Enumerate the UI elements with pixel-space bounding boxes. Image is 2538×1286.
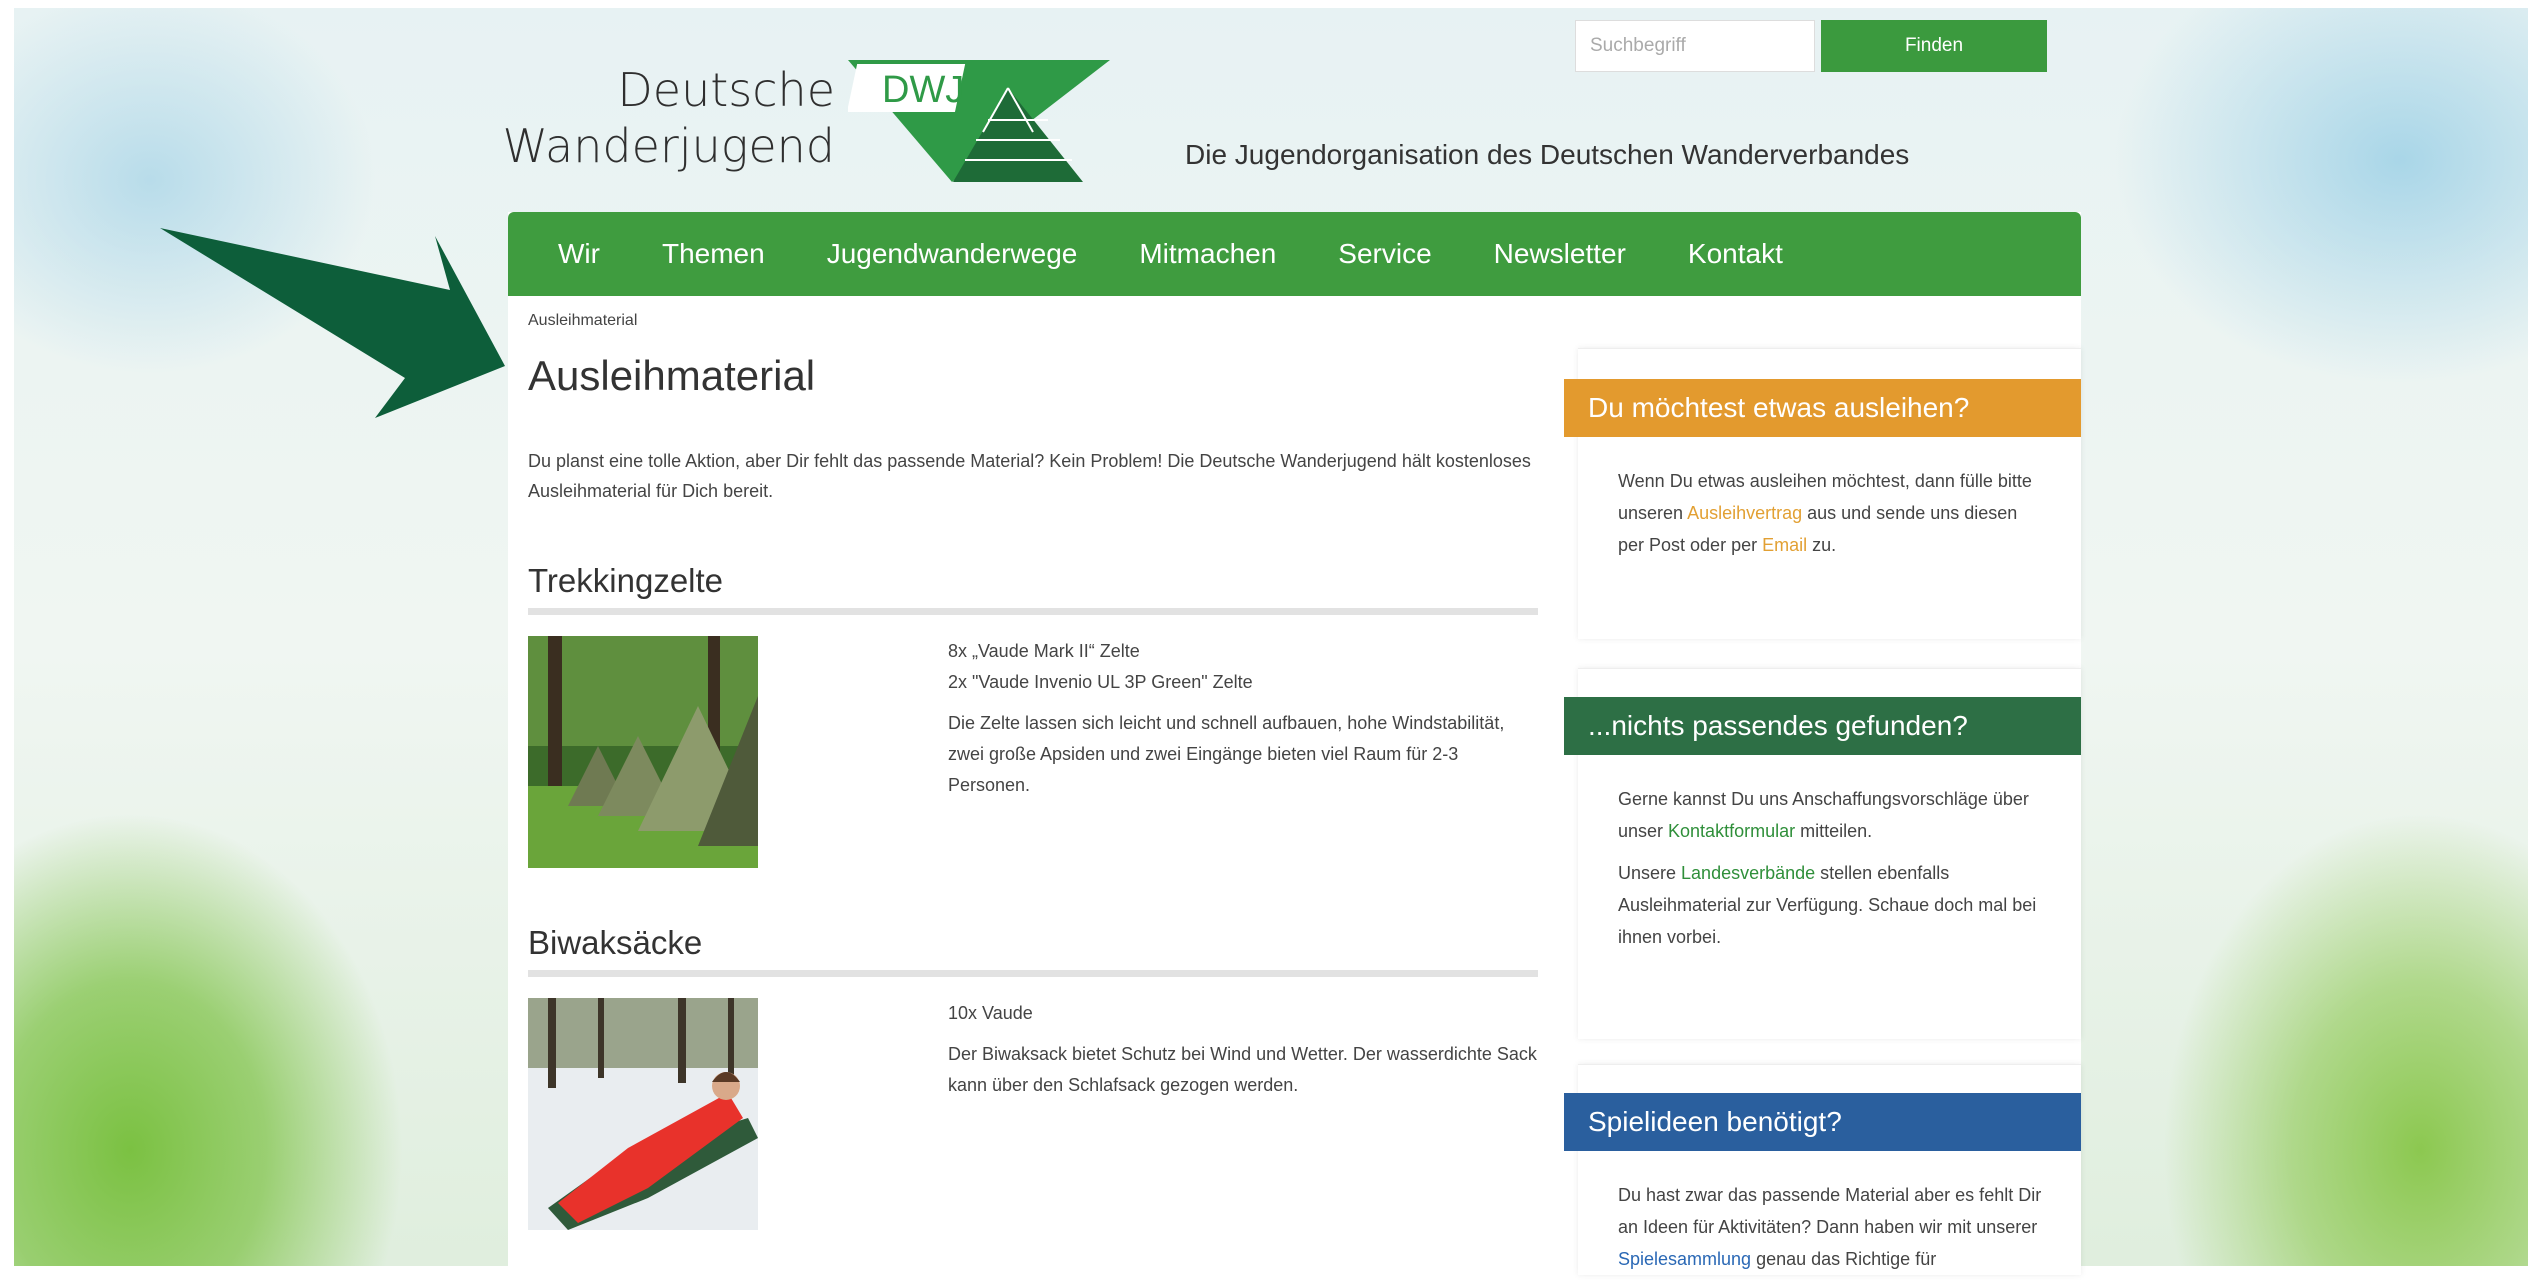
- main-nav: Wir Themen Jugendwanderwege Mitmachen Se…: [508, 212, 2081, 296]
- breadcrumb[interactable]: Ausleihmaterial: [528, 312, 637, 330]
- section-heading-biwaksaecke: Biwaksäcke: [528, 924, 703, 961]
- logo-triangle-icon: DWJ: [848, 60, 1110, 182]
- logo-line1: Deutsche: [617, 63, 835, 117]
- bivy-photo: [528, 998, 758, 1230]
- tents-photo: [528, 636, 758, 868]
- box2-p2-a: Unsere: [1618, 863, 1682, 883]
- nav-item-kontakt[interactable]: Kontakt: [1688, 238, 1783, 270]
- box3-text-b: genau das Richtige für: [1751, 1249, 1937, 1269]
- svg-text:DWJ: DWJ: [882, 69, 964, 111]
- spielesammlung-link[interactable]: Spielesammlung: [1618, 1249, 1751, 1269]
- tents-line2: 2x "Vaude Invenio UL 3P Green" Zelte: [948, 672, 1253, 692]
- pointer-arrow-icon: [160, 228, 505, 418]
- section-divider: [528, 608, 1538, 615]
- nav-item-themen[interactable]: Themen: [662, 238, 765, 270]
- box-text-nichts-gefunden: Gerne kannst Du uns Anschaffungsvorschlä…: [1618, 783, 2048, 963]
- email-link[interactable]: Email: [1762, 535, 1807, 555]
- bivy-desc: Der Biwaksack bietet Schutz bei Wind und…: [948, 1044, 1537, 1095]
- tents-desc: Die Zelte lassen sich leicht und schnell…: [948, 713, 1505, 795]
- tents-description: 8x „Vaude Mark II“ Zelte 2x "Vaude Inven…: [948, 636, 1538, 811]
- tagline: Die Jugendorganisation des Deutschen Wan…: [1185, 139, 1910, 170]
- sidebar-box-nichts-gefunden: ...nichts passendes gefunden? Gerne kann…: [1564, 668, 2081, 1039]
- ausleihvertrag-link[interactable]: Ausleihvertrag: [1687, 503, 1802, 523]
- tents-line1: 8x „Vaude Mark II“ Zelte: [948, 641, 1140, 661]
- box1-text-c: zu.: [1807, 535, 1837, 555]
- bivy-description: 10x Vaude Der Biwaksack bietet Schutz be…: [948, 998, 1538, 1111]
- box2-p1-b: mitteilen.: [1795, 821, 1873, 841]
- nav-item-wir[interactable]: Wir: [558, 238, 600, 270]
- logo-text: Deutsche Wanderjugend: [503, 62, 836, 174]
- nav-item-jugendwanderwege[interactable]: Jugendwanderwege: [827, 238, 1078, 270]
- box-title-ausleihen: Du möchtest etwas ausleihen?: [1564, 379, 2081, 437]
- search-form: Finden: [1575, 20, 2047, 72]
- bivy-line1: 10x Vaude: [948, 1003, 1033, 1023]
- nav-item-mitmachen[interactable]: Mitmachen: [1139, 238, 1276, 270]
- box2-para2: Unsere Landesverbände stellen ebenfalls …: [1618, 857, 2048, 953]
- page-container: Wir Themen Jugendwanderwege Mitmachen Se…: [508, 212, 2081, 1275]
- nav-item-service[interactable]: Service: [1338, 238, 1431, 270]
- section-heading-trekkingzelte: Trekkingzelte: [528, 562, 724, 599]
- landesverbaende-link[interactable]: Landesverbände: [1681, 863, 1815, 883]
- box-text-spielideen: Du hast zwar das passende Material aber …: [1618, 1179, 2048, 1275]
- box-title-nichts-gefunden: ...nichts passendes gefunden?: [1564, 697, 2081, 755]
- intro-text: Du planst eine tolle Aktion, aber Dir fe…: [528, 451, 1531, 501]
- box2-para1: Gerne kannst Du uns Anschaffungsvorschlä…: [1618, 783, 2048, 847]
- kontaktformular-link[interactable]: Kontaktformular: [1668, 821, 1795, 841]
- sidebar-box-spielideen: Spielideen benötigt? Du hast zwar das pa…: [1564, 1064, 2081, 1275]
- search-button[interactable]: Finden: [1821, 20, 2047, 72]
- search-input[interactable]: [1575, 20, 1815, 72]
- page-title: Ausleihmaterial: [528, 352, 816, 399]
- logo-line2: Wanderjugend: [502, 119, 836, 173]
- box3-text-a: Du hast zwar das passende Material aber …: [1618, 1185, 2042, 1237]
- box-text-ausleihen: Wenn Du etwas ausleihen möchtest, dann f…: [1618, 465, 2048, 561]
- nav-item-newsletter[interactable]: Newsletter: [1494, 238, 1626, 270]
- sidebar-box-ausleihen: Du möchtest etwas ausleihen? Wenn Du etw…: [1564, 348, 2081, 639]
- site-logo[interactable]: Deutsche Wanderjugend DWJ: [503, 60, 1110, 190]
- box-title-spielideen: Spielideen benötigt?: [1564, 1093, 2081, 1151]
- section-divider: [528, 970, 1538, 977]
